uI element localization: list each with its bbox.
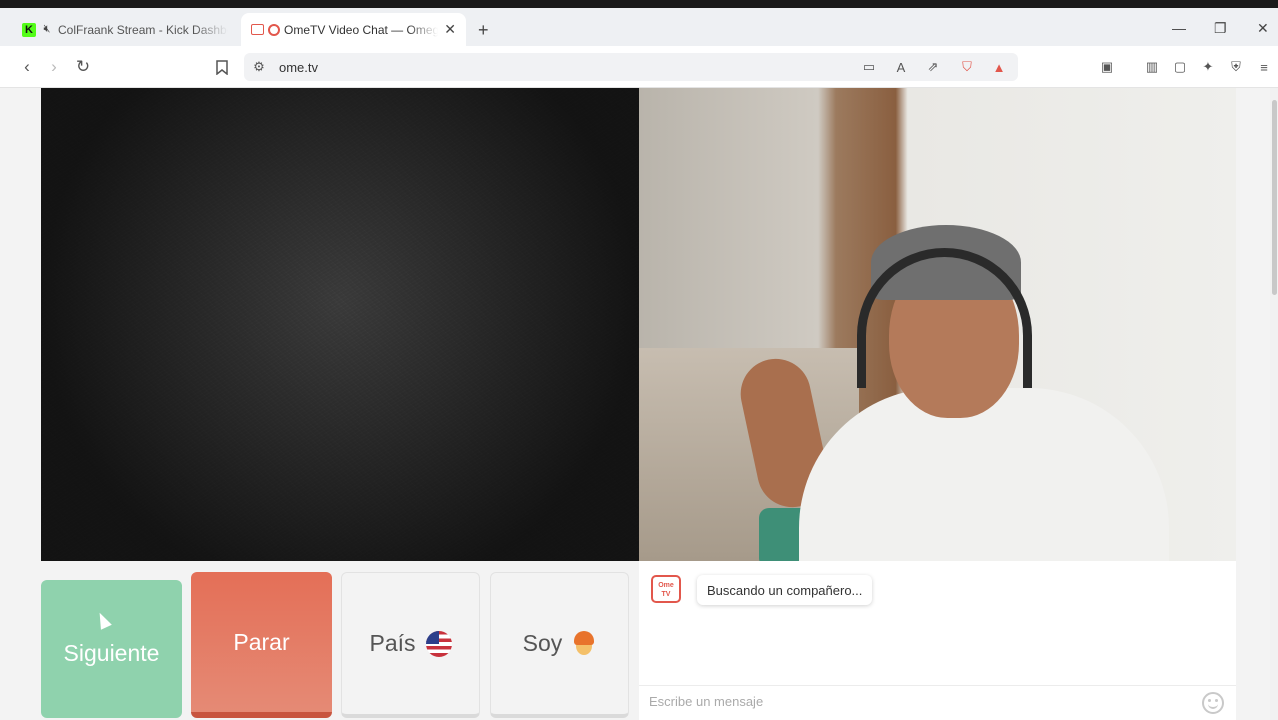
translate-icon[interactable]: A	[892, 58, 910, 76]
tab-title: OmeTV Video Chat — Omegle	[284, 22, 439, 37]
address-bar[interactable]: ⚙︎ ome.tv ▭ A ⇗ ⛉ ▲	[244, 53, 1018, 81]
muted-speaker-icon[interactable]: 🔇︎	[40, 23, 54, 37]
bookmark-icon[interactable]	[211, 56, 233, 78]
stop-button-label: Parar	[233, 628, 290, 655]
emoji-icon[interactable]	[1202, 692, 1224, 714]
window-top-strip	[0, 0, 1278, 8]
country-filter-button[interactable]: País	[341, 572, 480, 718]
partner-video	[639, 88, 1236, 561]
tab-title: ColFraank Stream - Kick Dashboard	[58, 22, 228, 37]
scrollbar-thumb[interactable]	[1272, 100, 1277, 295]
close-tab-icon[interactable]: ✕	[444, 21, 456, 38]
tab-ometv[interactable]: OmeTV Video Chat — Omegle ✕	[241, 13, 466, 46]
local-video-static	[41, 88, 639, 561]
url-text: ome.tv	[279, 60, 319, 75]
site-settings-icon[interactable]: ⚙︎	[250, 58, 268, 76]
minimize-icon[interactable]: —	[1172, 20, 1186, 36]
reader-mode-icon[interactable]: ▣	[1098, 58, 1116, 76]
status-message: Buscando un compañero...	[697, 575, 873, 605]
navigation-bar: ‹ › ↻ ⚙︎ ome.tv ▭ A ⇗ ⛉ ▲ ▣ ▥ ▢ ✦ ⛨ ≡	[0, 46, 1278, 88]
gender-button[interactable]: Soy	[490, 572, 629, 718]
restore-icon[interactable]: ❐	[1214, 20, 1227, 37]
gender-button-label: Soy	[522, 630, 563, 656]
leo-ai-icon[interactable]: ✦	[1199, 58, 1217, 76]
share-icon[interactable]: ⇗	[924, 58, 942, 76]
menu-icon[interactable]: ≡	[1255, 58, 1273, 76]
vpn-icon[interactable]: ⛨	[1227, 58, 1245, 76]
forward-arrow-icon[interactable]: ›	[43, 56, 65, 78]
cast-icon[interactable]: ▭	[860, 58, 878, 76]
message-input[interactable]	[649, 694, 1189, 709]
brave-rewards-icon[interactable]: ▲	[990, 58, 1008, 76]
stop-button[interactable]: Parar	[191, 572, 332, 718]
close-window-icon[interactable]: ✕	[1257, 20, 1269, 37]
us-flag-icon	[425, 630, 452, 657]
tab-kick-dashboard[interactable]: K 🔇︎ ColFraank Stream - Kick Dashboard	[12, 13, 238, 46]
tab-bar: K 🔇︎ ColFraank Stream - Kick Dashboard O…	[0, 8, 1278, 46]
chat-panel: Ome TV Buscando un compañero...	[639, 561, 1236, 720]
new-tab-button[interactable]: +	[478, 20, 489, 41]
wallet-icon[interactable]: ▢	[1171, 58, 1189, 76]
ometv-chat-logo-icon: Ome TV	[651, 575, 681, 603]
back-arrow-icon[interactable]: ‹	[16, 56, 38, 78]
ometv-logo-icon	[251, 24, 264, 35]
sidebar-icon[interactable]: ▥	[1143, 58, 1161, 76]
next-button[interactable]: Siguiente	[41, 580, 182, 718]
recording-icon	[268, 23, 280, 36]
male-avatar-icon	[572, 630, 596, 657]
brave-shield-icon[interactable]: ⛉	[958, 58, 976, 76]
chat-input-bar	[639, 685, 1236, 720]
reload-icon[interactable]: ↻	[72, 56, 94, 78]
kick-logo-icon: K	[22, 22, 36, 37]
next-button-label: Siguiente	[63, 639, 160, 666]
country-button-label: País	[369, 630, 416, 656]
